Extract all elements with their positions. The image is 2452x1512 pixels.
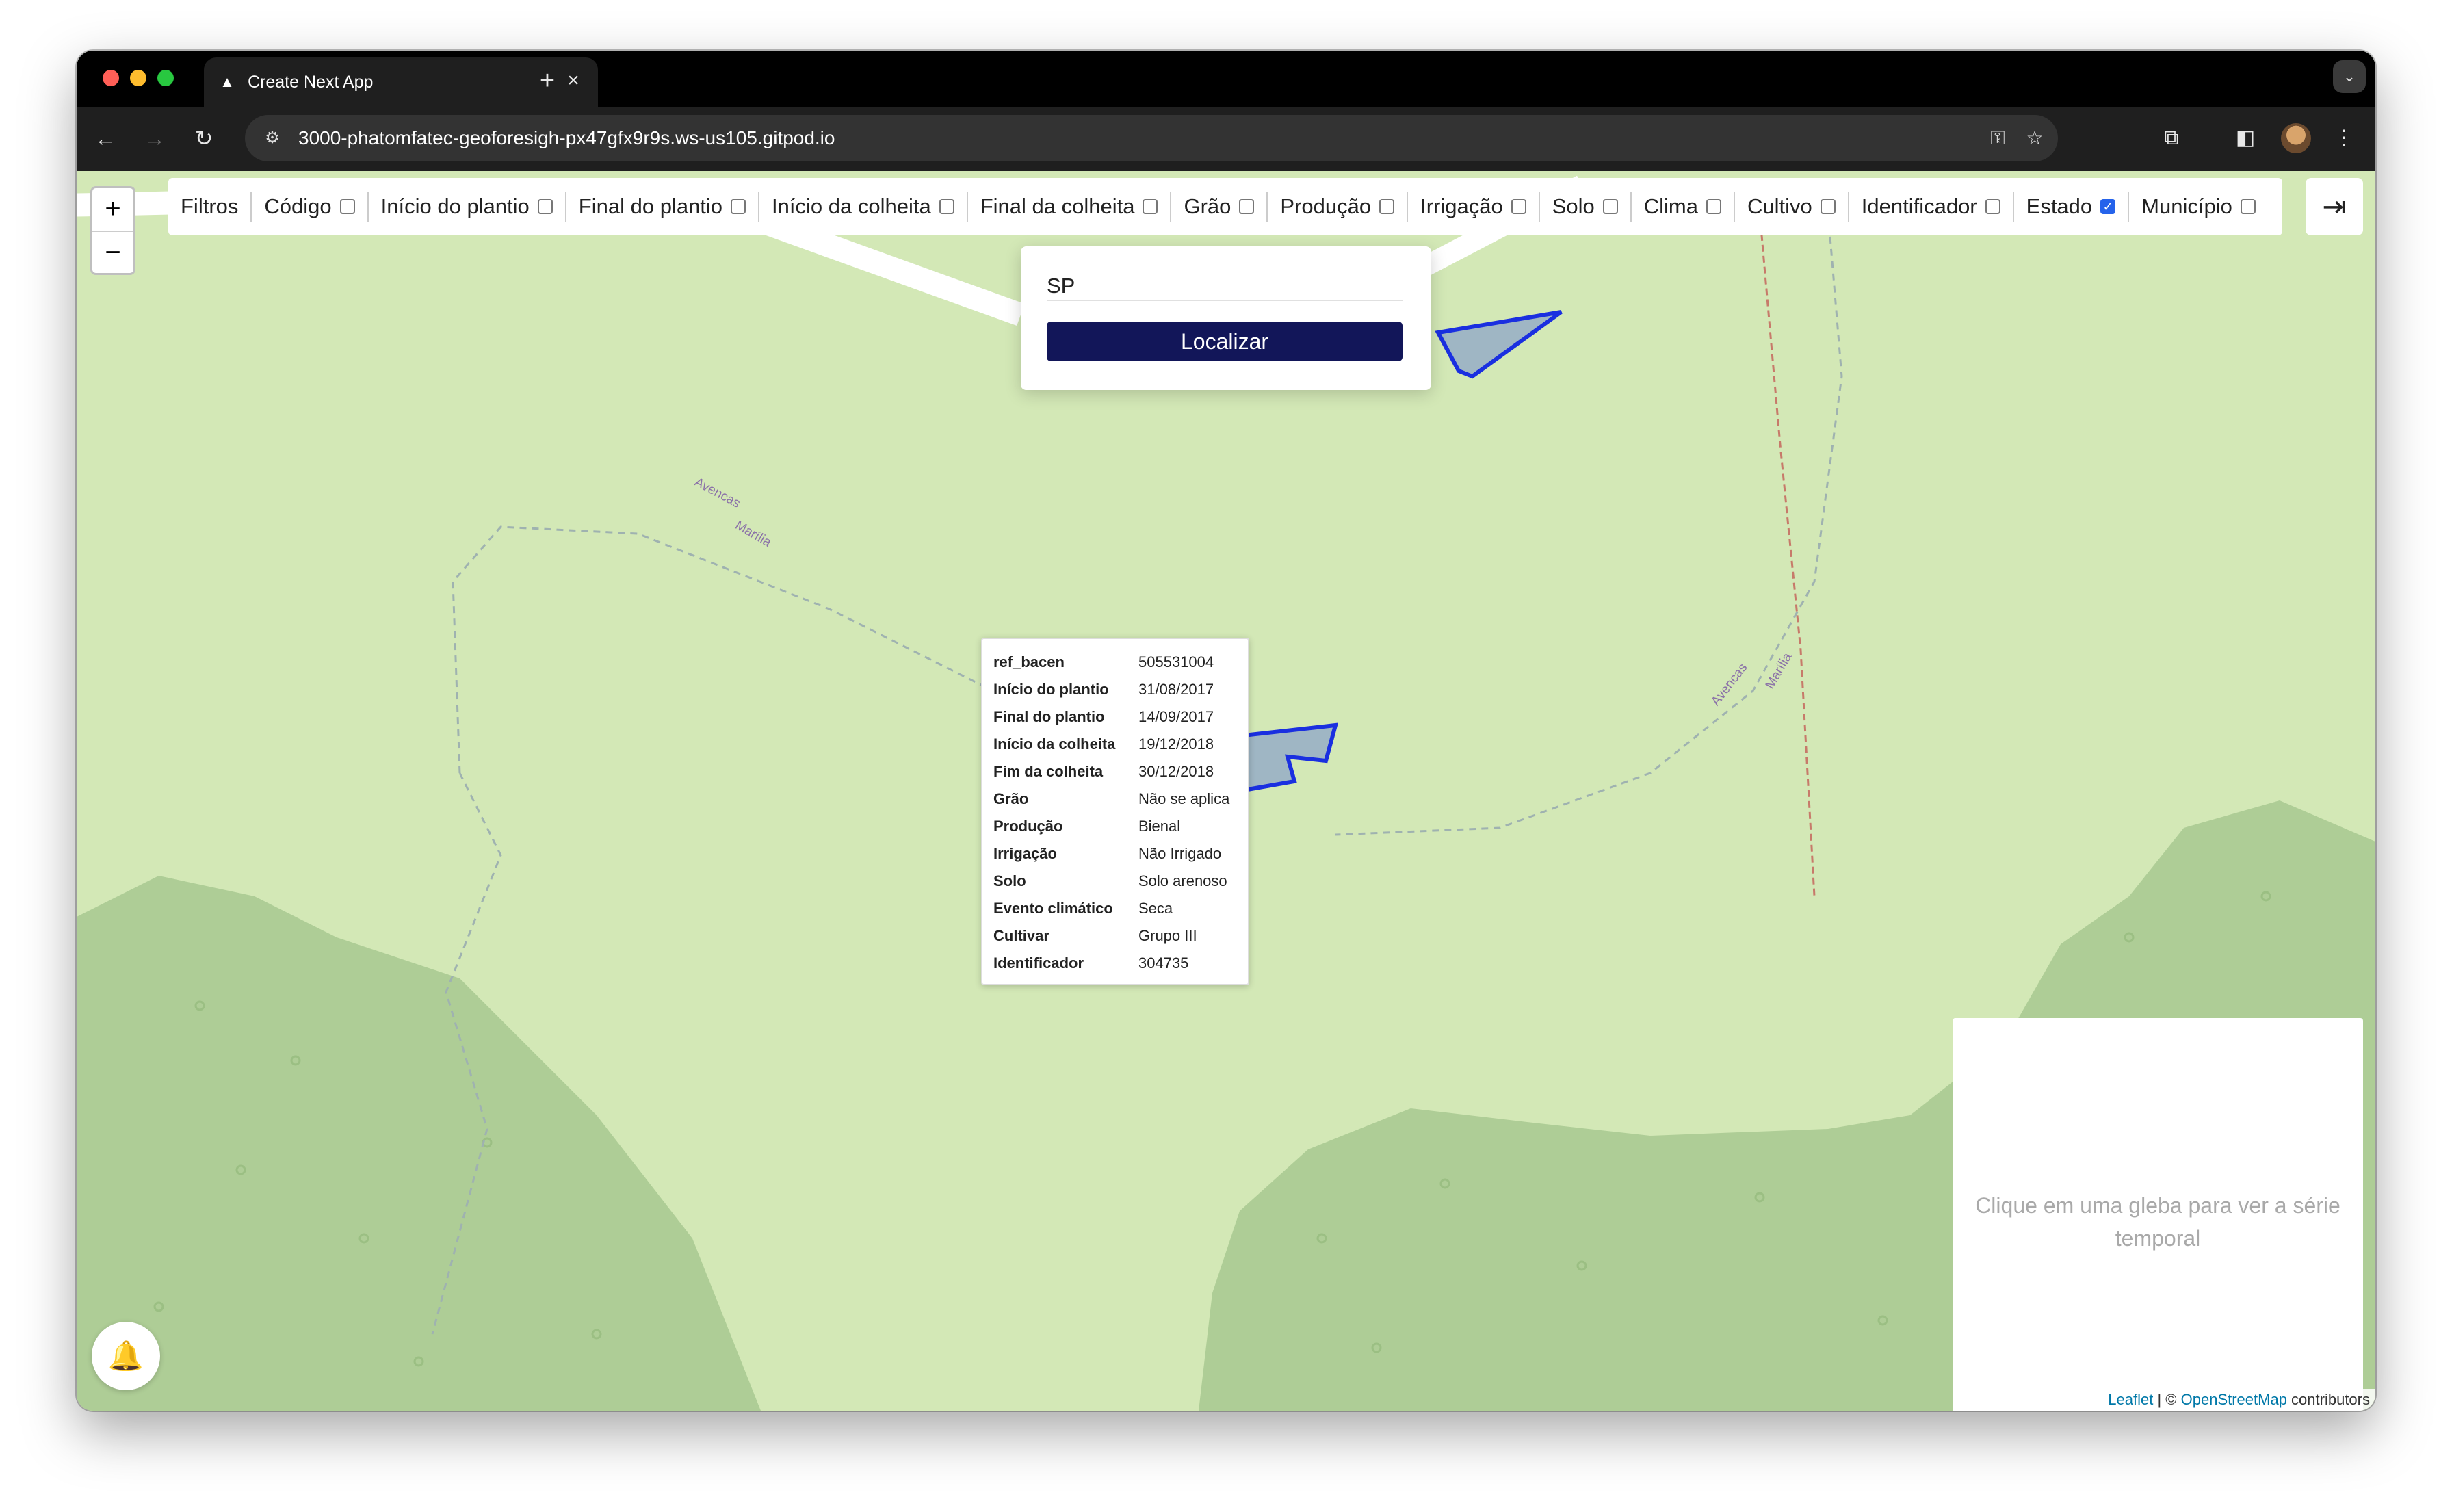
map-attribution: Leaflet | © OpenStreetMap contributors: [2102, 1389, 2375, 1411]
table-row: Produção Bienal: [993, 818, 1181, 835]
time-series-placeholder: Clique em uma gleba para ver a série tem…: [1975, 1193, 2340, 1251]
filters-bar: Filtros Código Início do plantio Final d…: [168, 178, 2282, 235]
filter-final-colheita[interactable]: Final da colheita: [966, 192, 1171, 222]
browser-window: ▲ Create Next App × + ⌄ ← → ↻ ⚙ 3000-pha…: [77, 51, 2375, 1411]
filter-inicio-plantio-checkbox[interactable]: [537, 199, 553, 214]
reload-button[interactable]: ↻: [187, 122, 220, 155]
gleba-details-table: ref_bacen 505531004 Início do plantio 31/0…: [993, 649, 1229, 977]
filter-estado-checkbox[interactable]: ✓: [2100, 199, 2116, 214]
browser-toolbar: ← → ↻ ⚙ 3000-phatomfatec-geoforesigh-px4…: [77, 107, 2375, 171]
map-viewport[interactable]: Avencas Marília Avencas Marília + − Filt…: [77, 171, 2375, 1411]
leaflet-link[interactable]: Leaflet: [2108, 1391, 2153, 1408]
filter-grao-checkbox[interactable]: [1239, 199, 1255, 214]
password-key-icon[interactable]: ⚿: [1985, 126, 2010, 151]
side-panel-icon[interactable]: ◧: [2229, 122, 2262, 155]
locate-button[interactable]: Localizar: [1047, 322, 1403, 361]
filter-final-colheita-checkbox[interactable]: [1143, 199, 1158, 214]
address-bar[interactable]: ⚙ 3000-phatomfatec-geoforesigh-px47gfx9r…: [245, 115, 2058, 161]
filter-identificador-checkbox[interactable]: [1985, 199, 2000, 214]
filter-final-plantio-checkbox[interactable]: [731, 199, 746, 214]
filter-inicio-colheita-checkbox[interactable]: [939, 199, 954, 214]
browser-menu-icon[interactable]: ⋮: [2327, 122, 2360, 155]
table-row: ref_bacen 505531004: [993, 653, 1214, 670]
profile-avatar[interactable]: [2281, 123, 2311, 153]
filter-producao[interactable]: Produção: [1266, 192, 1407, 222]
extensions-icon[interactable]: ⧉: [2155, 122, 2188, 155]
zoom-out-button[interactable]: −: [92, 232, 133, 274]
site-settings-icon[interactable]: ⚙: [260, 126, 285, 151]
tab-close-icon[interactable]: ×: [561, 68, 586, 93]
filter-clima-checkbox[interactable]: [1706, 199, 1721, 214]
filter-cultivo[interactable]: Cultivo: [1733, 192, 1848, 222]
tab-search-button[interactable]: ⌄: [2333, 60, 2366, 93]
table-row: Fim da colheita 30/12/2018: [993, 763, 1214, 780]
filter-cultivo-checkbox[interactable]: [1820, 199, 1836, 214]
filter-inicio-colheita[interactable]: Início da colheita: [758, 192, 967, 222]
filters-label: Filtros: [181, 194, 239, 218]
table-row: Final do plantio 14/09/2017: [993, 708, 1214, 725]
new-tab-button[interactable]: +: [534, 67, 561, 94]
close-window-button[interactable]: [103, 70, 119, 86]
openstreetmap-link[interactable]: OpenStreetMap: [2181, 1391, 2287, 1408]
filter-irrigacao[interactable]: Irrigação: [1407, 192, 1539, 222]
minimize-window-button[interactable]: [130, 70, 146, 86]
time-series-panel: Clique em uma gleba para ver a série tem…: [1953, 1018, 2363, 1411]
table-row: Cultivar Grupo III: [993, 927, 1197, 944]
table-row: Início da colheita 19/12/2018: [993, 735, 1214, 753]
bookmark-star-icon[interactable]: ☆: [2022, 126, 2047, 151]
filter-inicio-plantio[interactable]: Início do plantio: [367, 192, 565, 222]
filter-codigo-checkbox[interactable]: [339, 199, 355, 214]
notification-bell-icon[interactable]: 🔔: [92, 1322, 160, 1390]
table-row: Solo Solo arenoso: [993, 872, 1227, 889]
zoom-in-button[interactable]: +: [92, 188, 133, 232]
tab-strip: ▲ Create Next App × + ⌄: [77, 51, 2375, 107]
filter-final-plantio[interactable]: Final do plantio: [564, 192, 758, 222]
filter-municipio-checkbox[interactable]: [2240, 199, 2256, 214]
filter-irrigacao-checkbox[interactable]: [1511, 199, 1526, 214]
filter-clima[interactable]: Clima: [1630, 192, 1734, 222]
gleba-popup: ref_bacen 505531004 Início do plantio 31/0…: [981, 638, 1249, 985]
logout-icon[interactable]: ⇥: [2306, 178, 2363, 235]
filter-solo-checkbox[interactable]: [1602, 199, 1618, 214]
filter-grao[interactable]: Grão: [1170, 192, 1266, 222]
tab-title: Create Next App: [248, 73, 374, 92]
filter-solo[interactable]: Solo: [1538, 192, 1630, 222]
url-text: 3000-phatomfatec-geoforesigh-px47gfx9r9s…: [298, 127, 835, 148]
table-row: Evento climático Seca: [993, 900, 1173, 917]
filter-municipio[interactable]: Município: [2128, 192, 2268, 222]
filter-estado[interactable]: Estado ✓: [2012, 192, 2128, 222]
locate-input[interactable]: [1047, 272, 1403, 301]
table-row: Irrigação Não Irrigado: [993, 845, 1222, 862]
table-row: Grão Não se aplica: [993, 790, 1230, 807]
table-row: Início do plantio 31/08/2017: [993, 681, 1214, 698]
filter-codigo[interactable]: Código: [250, 192, 367, 222]
locate-panel: Localizar: [1021, 246, 1431, 390]
nextjs-favicon-icon: ▲: [220, 73, 235, 90]
zoom-control: + −: [90, 186, 135, 275]
maximize-window-button[interactable]: [157, 70, 174, 86]
filter-identificador[interactable]: Identificador: [1847, 192, 2013, 222]
table-row: Identificador 304735: [993, 954, 1189, 972]
forward-button[interactable]: →: [138, 122, 171, 155]
filter-producao-checkbox[interactable]: [1379, 199, 1395, 214]
back-button[interactable]: ←: [89, 122, 122, 155]
